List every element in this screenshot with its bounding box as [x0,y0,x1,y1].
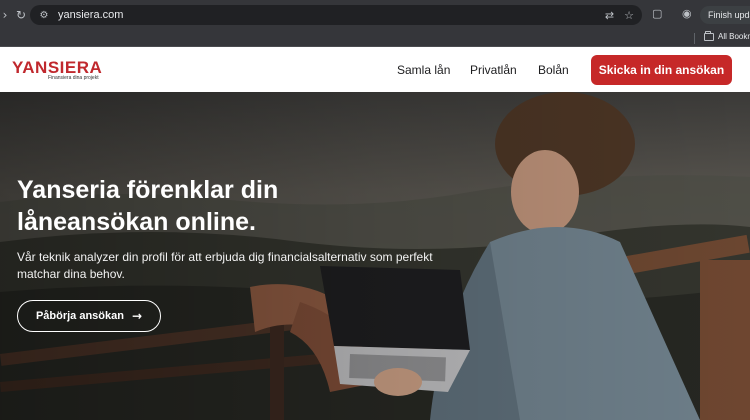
hero-section: Yanseria förenklar din låneansökan onlin… [0,92,750,420]
folder-icon [704,30,714,41]
nav-samla-lan[interactable]: Samla lån [397,63,450,77]
site-info-icon[interactable]: ⚙ [38,9,50,21]
profile-icon[interactable]: ◉ [682,7,692,20]
hero-title: Yanseria förenklar din låneansökan onlin… [17,176,279,236]
logo-tagline: Finansiera dina projekt [48,75,99,81]
apply-button[interactable]: Skicka in din ansökan [591,55,732,85]
logo-text: YANSIERA [12,58,103,77]
browser-chrome: › ↻ ⚙ yansiera.com ⇄ ☆ ▢ ◉ Finish update… [0,0,750,47]
reading-list-icon[interactable]: ▢ [652,7,662,20]
start-application-button[interactable]: Påbörja ansökan → [17,300,161,332]
arrow-right-icon: → [131,309,143,323]
bookmarks-folder-label: All Bookm [718,32,750,41]
finish-update-button[interactable]: Finish update [700,6,750,24]
translate-icon[interactable]: ⇄ [605,9,614,22]
bookmarks-divider [694,33,695,44]
star-icon[interactable]: ☆ [624,9,634,22]
all-bookmarks-folder[interactable]: All Bookm [704,30,750,41]
address-bar[interactable]: ⚙ yansiera.com ⇄ ☆ [30,5,642,25]
bookmarks-bar: All Bookm [0,30,750,47]
url-text: yansiera.com [58,9,124,21]
hero-subtitle: Vår teknik analyzer din profil för att e… [17,250,433,281]
forward-icon[interactable]: › [0,6,10,24]
browser-toolbar: › ↻ ⚙ yansiera.com ⇄ ☆ ▢ ◉ Finish update [0,0,750,30]
nav-bolan[interactable]: Bolån [538,63,569,77]
reload-icon[interactable]: ↻ [12,6,30,24]
start-application-label: Påbörja ansökan [35,310,124,322]
logo[interactable]: YANSIERA Finansiera dina projekt [12,58,103,81]
nav-privatlan[interactable]: Privatlån [470,63,517,77]
